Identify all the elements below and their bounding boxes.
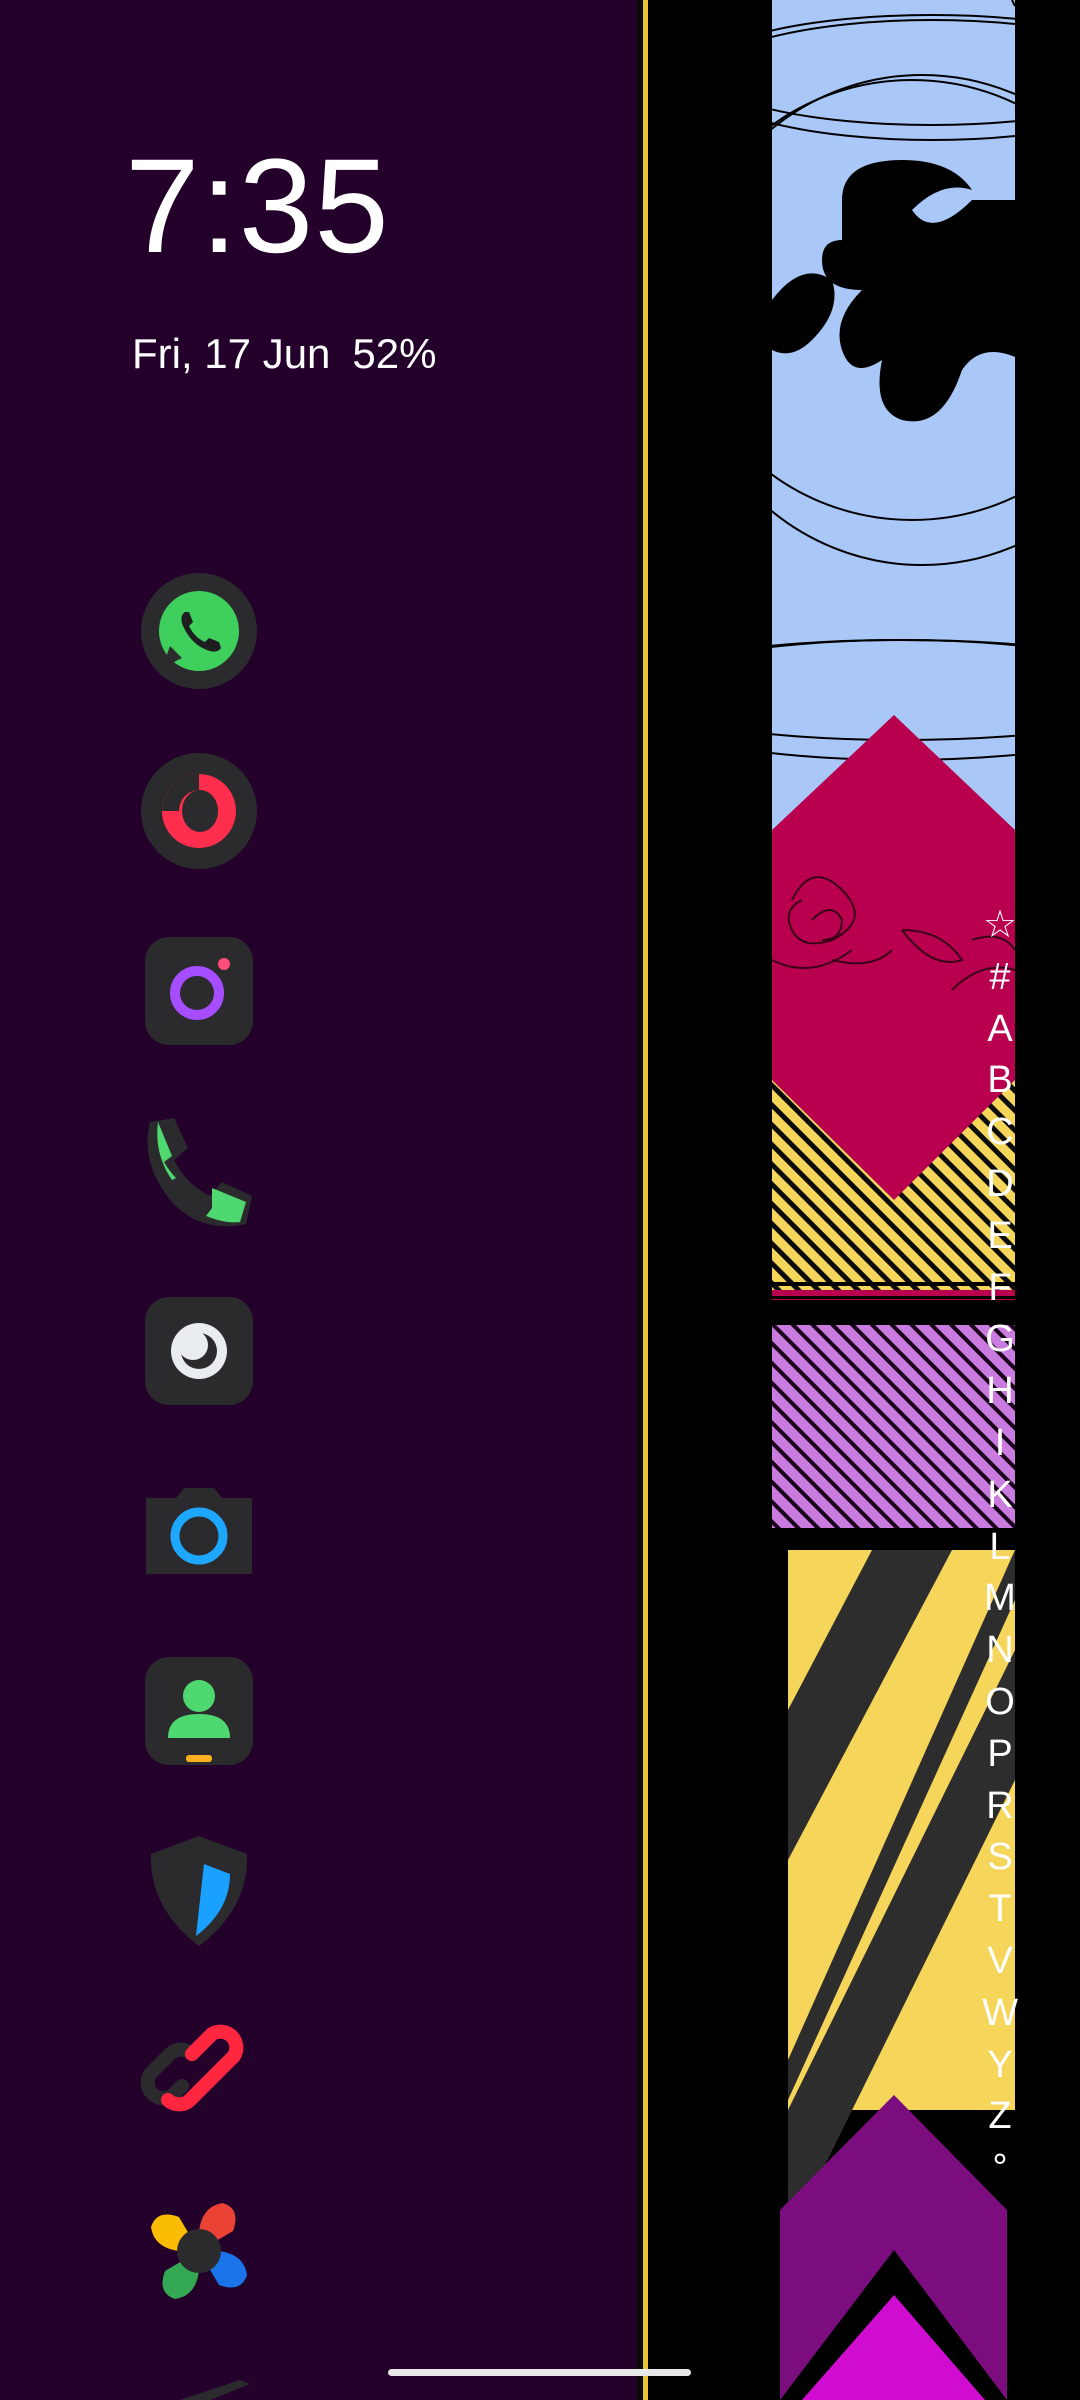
alpha-index-letter[interactable]: # <box>970 952 1030 1004</box>
alpha-index-letter[interactable]: R <box>970 1781 1030 1833</box>
alpha-index-letter[interactable]: Y <box>970 2040 1030 2092</box>
opera-icon[interactable] <box>140 752 258 870</box>
alpha-index-letter[interactable]: C <box>970 1107 1030 1159</box>
alpha-index-letter[interactable]: G <box>970 1314 1030 1366</box>
link-icon[interactable] <box>140 2012 258 2130</box>
alpha-index-letter[interactable]: P <box>970 1729 1030 1781</box>
alpha-index-letter[interactable]: W <box>970 1988 1030 2040</box>
date-battery-line: Fri, 17 Jun 52% <box>132 330 458 378</box>
battery-label: 52% <box>352 330 437 377</box>
alpha-index-letter[interactable]: O <box>970 1677 1030 1729</box>
alpha-index-letter[interactable]: ☆ <box>970 900 1030 952</box>
alpha-index-letter[interactable]: L <box>970 1522 1030 1574</box>
alphabet-scroller[interactable]: ☆ # A B C D E F G H I K L M N O P R S T V W Y Z ° <box>970 900 1030 2195</box>
phone-icon[interactable] <box>140 1112 258 1230</box>
lens-icon[interactable] <box>140 1292 258 1410</box>
alpha-index-letter[interactable]: I <box>970 1418 1030 1470</box>
clock-time[interactable]: 7:35 <box>125 140 390 274</box>
alpha-index-letter[interactable]: K <box>970 1470 1030 1522</box>
whatsapp-icon[interactable] <box>140 572 258 690</box>
instagram-icon[interactable] <box>140 932 258 1050</box>
alpha-index-letter[interactable]: ° <box>970 2143 1030 2195</box>
shield-icon[interactable] <box>140 1832 258 1950</box>
alpha-index-letter[interactable]: T <box>970 1884 1030 1936</box>
date-label[interactable]: Fri, 17 Jun <box>132 330 330 377</box>
pinwheel-icon[interactable] <box>140 2192 258 2310</box>
alpha-index-letter[interactable]: M <box>970 1573 1030 1625</box>
drawer-gap <box>648 0 772 2400</box>
alpha-index-letter[interactable]: Z <box>970 2091 1030 2143</box>
alpha-index-letter[interactable]: V <box>970 1936 1030 1988</box>
alpha-index-letter[interactable]: D <box>970 1159 1030 1211</box>
alpha-index-letter[interactable]: F <box>970 1263 1030 1315</box>
alpha-index-letter[interactable]: N <box>970 1625 1030 1677</box>
alpha-index-letter[interactable]: S <box>970 1832 1030 1884</box>
alpha-index-letter[interactable]: A <box>970 1004 1030 1056</box>
alpha-index-letter[interactable]: B <box>970 1055 1030 1107</box>
gesture-navigation-bar[interactable] <box>388 2369 691 2376</box>
contacts-icon[interactable] <box>140 1652 258 1770</box>
camera-icon[interactable] <box>140 1472 258 1590</box>
home-panel: 7:35 Fri, 17 Jun 52% <box>0 0 637 2400</box>
alpha-index-letter[interactable]: E <box>970 1211 1030 1263</box>
alpha-index-letter[interactable]: H <box>970 1366 1030 1418</box>
partial-app-icon <box>180 2380 250 2400</box>
